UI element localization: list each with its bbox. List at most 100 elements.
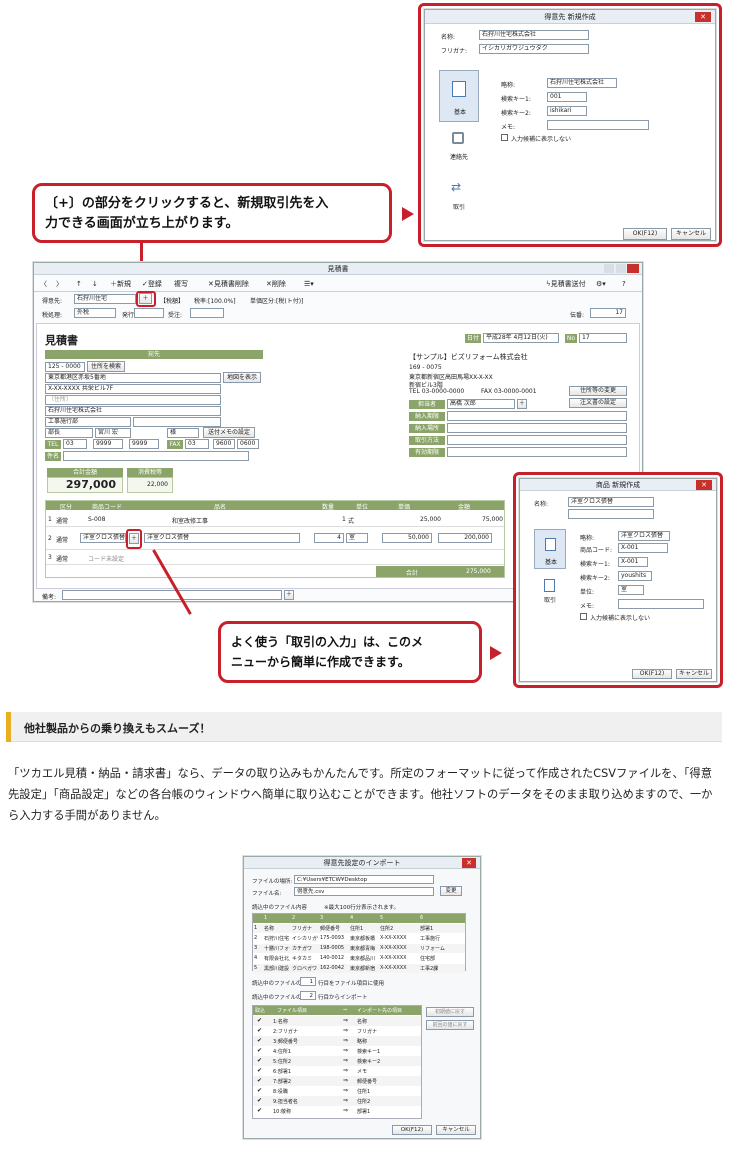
- kana-field[interactable]: イシカリガワジュウタク: [479, 44, 589, 54]
- mapping-row[interactable]: ✔ 5:住所2 ⇒ 検索キー2: [253, 1056, 421, 1066]
- ok-button[interactable]: OK(F12): [623, 228, 667, 240]
- place-field[interactable]: C:¥Users¥ETCW¥Desktop: [294, 875, 434, 884]
- forward-icon[interactable]: 〉: [56, 276, 63, 292]
- check-icon[interactable]: ✔: [257, 1077, 262, 1084]
- ok-button[interactable]: OK(F12): [632, 669, 672, 679]
- new-button[interactable]: ＋新規: [110, 276, 131, 292]
- staff-select[interactable]: 高橋 次郎: [447, 399, 515, 409]
- help-icon[interactable]: ?: [622, 276, 626, 292]
- basic-tab[interactable]: 基本: [439, 70, 479, 122]
- save-button[interactable]: ✓登録: [142, 276, 162, 292]
- contact-tab[interactable]: 連絡先: [439, 130, 479, 164]
- address2-field[interactable]: X-XX-XXXX 共栄ビル7F: [45, 384, 221, 394]
- close-icon[interactable]: ✕: [462, 858, 476, 868]
- reset-default-button[interactable]: 初期値に戻す: [426, 1007, 474, 1017]
- change-button[interactable]: 変更: [440, 886, 462, 896]
- mapping-row[interactable]: ✔ 6:部署1 ⇒ メモ: [253, 1066, 421, 1076]
- key1-field[interactable]: X-001: [618, 557, 648, 567]
- order-select[interactable]: [190, 308, 224, 318]
- delete-estimate-button[interactable]: ✕見積書削除: [208, 276, 249, 292]
- trade-tab[interactable]: ⇄ 取引: [439, 180, 479, 214]
- gear-icon[interactable]: ⚙▾: [596, 276, 606, 292]
- close-icon[interactable]: ✕: [696, 480, 712, 490]
- table-row[interactable]: 3 通常 コード未設定: [46, 551, 504, 565]
- row-qty-field[interactable]: 4: [314, 533, 344, 543]
- key2-field[interactable]: ishikari: [547, 106, 587, 116]
- issue-select[interactable]: [134, 308, 164, 318]
- menu-icon[interactable]: ☰▾: [304, 276, 314, 292]
- mapping-row[interactable]: ✔ 1:名称 ⇒ 名称: [253, 1016, 421, 1026]
- down-icon[interactable]: ↓: [92, 276, 98, 292]
- map-button[interactable]: 地図を表示: [223, 372, 261, 383]
- back-icon[interactable]: 〈: [40, 276, 47, 292]
- fax2-field[interactable]: 9600: [213, 439, 235, 449]
- honorific-select[interactable]: 様: [167, 428, 199, 438]
- delete-button[interactable]: ✕削除: [266, 276, 286, 292]
- zip-search-button[interactable]: 住所を検索: [87, 361, 125, 372]
- tel1-field[interactable]: 03: [63, 439, 87, 449]
- mapping-row[interactable]: ✔ 8:役職 ⇒ 住所1: [253, 1086, 421, 1096]
- close-icon[interactable]: ✕: [695, 12, 711, 22]
- name2-field[interactable]: [568, 509, 654, 519]
- memo-select[interactable]: [62, 590, 282, 600]
- trade-tab[interactable]: 取引: [534, 577, 566, 607]
- row-price-field[interactable]: 50,000: [382, 533, 432, 543]
- tel3-field[interactable]: 9999: [129, 439, 159, 449]
- table-row[interactable]: 2 通常 洋室クロス張替 ＋ 洋室クロス張替 4 室 50,000 200,00…: [46, 528, 504, 550]
- fax3-field[interactable]: 0600: [237, 439, 259, 449]
- add-customer-button[interactable]: ＋: [139, 293, 152, 304]
- mapping-row[interactable]: ✔ 10:敬称 ⇒ 部署1: [253, 1106, 421, 1116]
- address3-field[interactable]: （住所）: [45, 395, 221, 405]
- check-icon[interactable]: ✔: [257, 1037, 262, 1044]
- code-field[interactable]: X-001: [618, 543, 668, 553]
- add-memo-button[interactable]: ＋: [284, 590, 294, 600]
- position-field[interactable]: 部長: [45, 428, 93, 438]
- cancel-button[interactable]: キャンセル: [436, 1125, 476, 1135]
- up-icon[interactable]: ↑: [76, 276, 82, 292]
- page-field[interactable]: 17: [590, 308, 626, 318]
- add-staff-button[interactable]: ＋: [517, 399, 527, 409]
- row-amount-field[interactable]: 200,000: [438, 533, 492, 543]
- mapping-row[interactable]: ✔ 7:部署2 ⇒ 郵便番号: [253, 1076, 421, 1086]
- send-memo-button[interactable]: 送付メモの設定: [203, 427, 255, 438]
- memo-field[interactable]: [618, 599, 704, 609]
- name-field[interactable]: 石狩川住宅株式会社: [479, 30, 589, 40]
- check-icon[interactable]: ✔: [257, 1017, 262, 1024]
- check-icon[interactable]: ✔: [257, 1057, 262, 1064]
- address-change-button[interactable]: 住所等の変更: [569, 386, 627, 396]
- zip-field[interactable]: 125 - 0000: [45, 362, 85, 372]
- file-field[interactable]: 得意先.csv: [294, 887, 434, 896]
- trade-method-field[interactable]: [447, 435, 627, 445]
- delivery-place-field[interactable]: [447, 423, 627, 433]
- short-field[interactable]: 石狩川住宅株式会社: [547, 78, 617, 88]
- hide-checkbox[interactable]: [580, 613, 587, 620]
- ok-button[interactable]: OK(F12): [392, 1125, 432, 1135]
- dept1-field[interactable]: 工事施行部: [45, 417, 131, 427]
- send-estimate-button[interactable]: ϟ見積書送付: [546, 276, 586, 292]
- valid-until-field[interactable]: [447, 447, 627, 457]
- close-icon[interactable]: [627, 264, 639, 273]
- use-row-field[interactable]: 1: [300, 977, 316, 986]
- check-icon[interactable]: ✔: [257, 1087, 262, 1094]
- address1-field[interactable]: 東京都港区赤坂5番地: [45, 373, 221, 383]
- hide-checkbox[interactable]: [501, 134, 508, 141]
- unit-select[interactable]: 室: [618, 585, 644, 595]
- company-field[interactable]: 石狩川住宅株式会社: [45, 406, 221, 416]
- maximize-icon[interactable]: [616, 264, 626, 273]
- row-unit-select[interactable]: 室: [346, 533, 368, 543]
- mapping-row[interactable]: ✔ 3:郵便番号 ⇒ 略称: [253, 1036, 421, 1046]
- cancel-button[interactable]: キャンセル: [671, 228, 711, 240]
- date-field[interactable]: 平成28年 4月12日(火): [483, 333, 559, 343]
- table-row[interactable]: 1 通常 S-008 和室改修工事 1 式 25,000 75,000: [46, 513, 504, 527]
- mapping-row[interactable]: ✔ 4:住所1 ⇒ 検索キー1: [253, 1046, 421, 1056]
- tel2-field[interactable]: 9999: [93, 439, 123, 449]
- minimize-icon[interactable]: [604, 264, 614, 273]
- row-code-field[interactable]: 洋室クロス張替: [80, 533, 126, 543]
- mapping-row[interactable]: ✔ 2:フリガナ ⇒ フリガナ: [253, 1026, 421, 1036]
- mapping-row[interactable]: ✔ 9:担当者名 ⇒ 住所2: [253, 1096, 421, 1106]
- memo-field[interactable]: [547, 120, 649, 130]
- check-icon[interactable]: ✔: [257, 1097, 262, 1104]
- order-setting-button[interactable]: 注文書の設定: [569, 398, 627, 408]
- tax-calc-select[interactable]: 外税: [74, 308, 116, 318]
- row-name-field[interactable]: 洋室クロス張替: [144, 533, 300, 543]
